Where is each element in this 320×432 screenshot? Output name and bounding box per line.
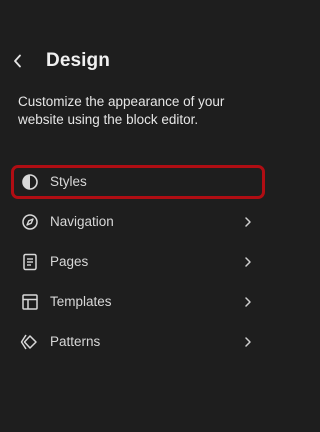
half-circle-contrast-icon [20, 172, 40, 192]
page-title: Design [46, 50, 110, 71]
symbol-diamond-icon [20, 332, 40, 352]
nav-item-pages[interactable]: Pages [0, 242, 283, 282]
nav-item-label: Styles [50, 174, 87, 189]
nav-item-label: Patterns [50, 334, 101, 349]
nav-item-styles[interactable]: Styles [0, 162, 283, 202]
back-button[interactable] [8, 49, 28, 73]
layout-icon [20, 292, 40, 312]
nav-item-label: Pages [50, 254, 89, 269]
nav-item-templates[interactable]: Templates [0, 282, 283, 322]
nav-item-navigation[interactable]: Navigation [0, 202, 283, 242]
nav-item-label: Navigation [50, 214, 114, 229]
nav-item-patterns[interactable]: Patterns [0, 322, 283, 362]
chevron-left-icon [12, 54, 24, 68]
design-description: Customize the appearance of your website… [18, 94, 225, 127]
design-sidebar: Design Customize the appearance of your … [0, 0, 283, 432]
chevron-right-icon [242, 334, 254, 350]
design-nav-menu: Styles Navigation Pages Templates Patter… [0, 162, 283, 362]
page-icon [20, 252, 40, 272]
chevron-right-icon [242, 214, 254, 230]
chevron-right-icon [242, 294, 254, 310]
chevron-right-icon [242, 254, 254, 270]
nav-item-label: Templates [50, 294, 112, 309]
sidebar-header: Design [0, 44, 283, 78]
compass-icon [20, 212, 40, 232]
